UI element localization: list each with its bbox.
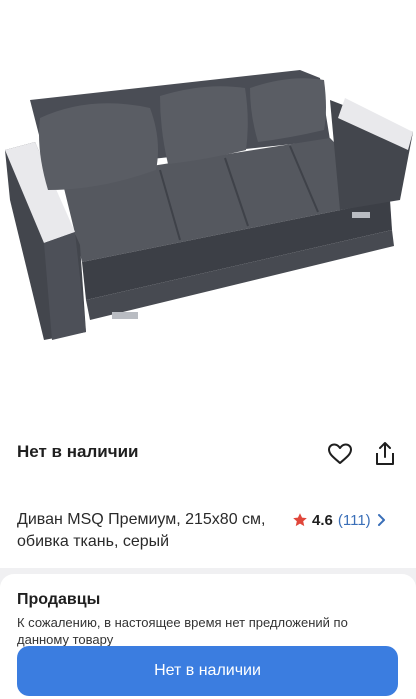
sellers-heading: Продавцы xyxy=(17,591,101,608)
share-icon xyxy=(376,442,394,465)
heart-icon xyxy=(328,443,352,464)
sellers-message: К сожалению, в настоящее время нет предл… xyxy=(17,615,348,647)
product-info: Нет в наличии Диван MSQ Премиум, 215х80 … xyxy=(0,412,416,568)
rating-value: 4.6 xyxy=(312,511,333,529)
rating-link[interactable]: 4.6 (111) xyxy=(292,509,387,531)
star-icon xyxy=(293,513,307,527)
product-title: Диван MSQ Премиум, 215х80 см, обивка тка… xyxy=(17,511,266,550)
chevron-right-icon xyxy=(377,514,385,526)
availability-status: Нет в наличии xyxy=(17,442,139,461)
sofa-illustration xyxy=(5,70,413,340)
reviews-count: (111) xyxy=(337,511,371,529)
out-of-stock-button[interactable]: Нет в наличии xyxy=(17,646,398,696)
product-image[interactable] xyxy=(0,0,416,412)
favorite-button[interactable] xyxy=(326,440,354,468)
share-button[interactable] xyxy=(371,440,399,468)
